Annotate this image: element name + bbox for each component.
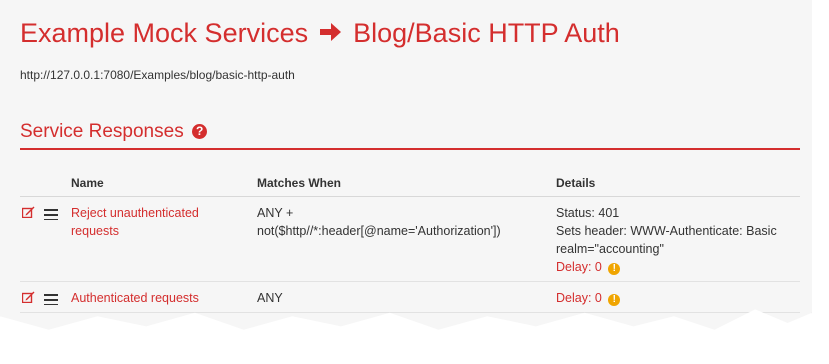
- reorder-list-icon[interactable]: [44, 294, 59, 306]
- details-header-line1: Sets header: WWW-Authenticate: Basic: [556, 224, 777, 238]
- section-title: Service Responses: [20, 121, 184, 142]
- responses-table: Name Matches When Details Reject unauthe…: [20, 168, 800, 313]
- column-header-matches: Matches When: [257, 176, 342, 190]
- response-name[interactable]: Authenticated requests: [71, 289, 221, 307]
- row-actions: [21, 205, 59, 223]
- title-suffix: Blog/Basic HTTP Auth: [353, 18, 620, 48]
- response-name-line1[interactable]: Reject unauthenticated: [71, 206, 199, 220]
- reorder-list-icon[interactable]: [44, 209, 59, 221]
- column-header-name: Name: [71, 176, 104, 190]
- exclamation-circle-icon[interactable]: !: [608, 294, 621, 306]
- details-delay: Delay: 0: [556, 260, 602, 274]
- row-actions: [21, 290, 59, 308]
- title-prefix[interactable]: Example Mock Services: [20, 18, 308, 48]
- match-condition: ANY: [257, 289, 547, 307]
- details-status: Status: 401: [556, 206, 620, 220]
- table-row: Authenticated requests ANY Delay: 0 !: [20, 282, 800, 313]
- page-title: Example Mock Services Blog/Basic HTTP Au…: [20, 18, 620, 49]
- question-circle-icon[interactable]: ?: [192, 124, 208, 139]
- edit-icon[interactable]: [21, 291, 35, 304]
- page-content: Example Mock Services Blog/Basic HTTP Au…: [20, 0, 800, 330]
- service-url: http://127.0.0.1:7080/Examples/blog/basi…: [20, 68, 295, 82]
- exclamation-circle-icon[interactable]: !: [608, 263, 621, 275]
- response-details: Status: 401 Sets header: WWW-Authenticat…: [556, 204, 801, 276]
- response-details: Delay: 0 !: [556, 289, 801, 307]
- response-name-line2[interactable]: requests: [71, 224, 119, 238]
- match-line1: ANY: [257, 291, 283, 305]
- response-name-line1[interactable]: Authenticated requests: [71, 291, 199, 305]
- match-condition: ANY + not($http//*:header[@name='Authori…: [257, 204, 547, 240]
- edit-icon[interactable]: [21, 206, 35, 219]
- table-row: Reject unauthenticated requests ANY + no…: [20, 197, 800, 282]
- match-line2: not($http//*:header[@name='Authorization…: [257, 224, 501, 238]
- response-name[interactable]: Reject unauthenticated requests: [71, 204, 221, 240]
- table-header: Name Matches When Details: [20, 168, 800, 197]
- details-delay: Delay: 0: [556, 291, 602, 305]
- details-header-line2: realm="accounting": [556, 242, 664, 256]
- column-header-details: Details: [556, 176, 596, 190]
- match-line1: ANY +: [257, 206, 294, 220]
- service-responses-header: Service Responses ?: [20, 120, 800, 150]
- arrow-right-icon: [319, 18, 342, 49]
- screenshot-frame: Example Mock Services Blog/Basic HTTP Au…: [0, 0, 812, 330]
